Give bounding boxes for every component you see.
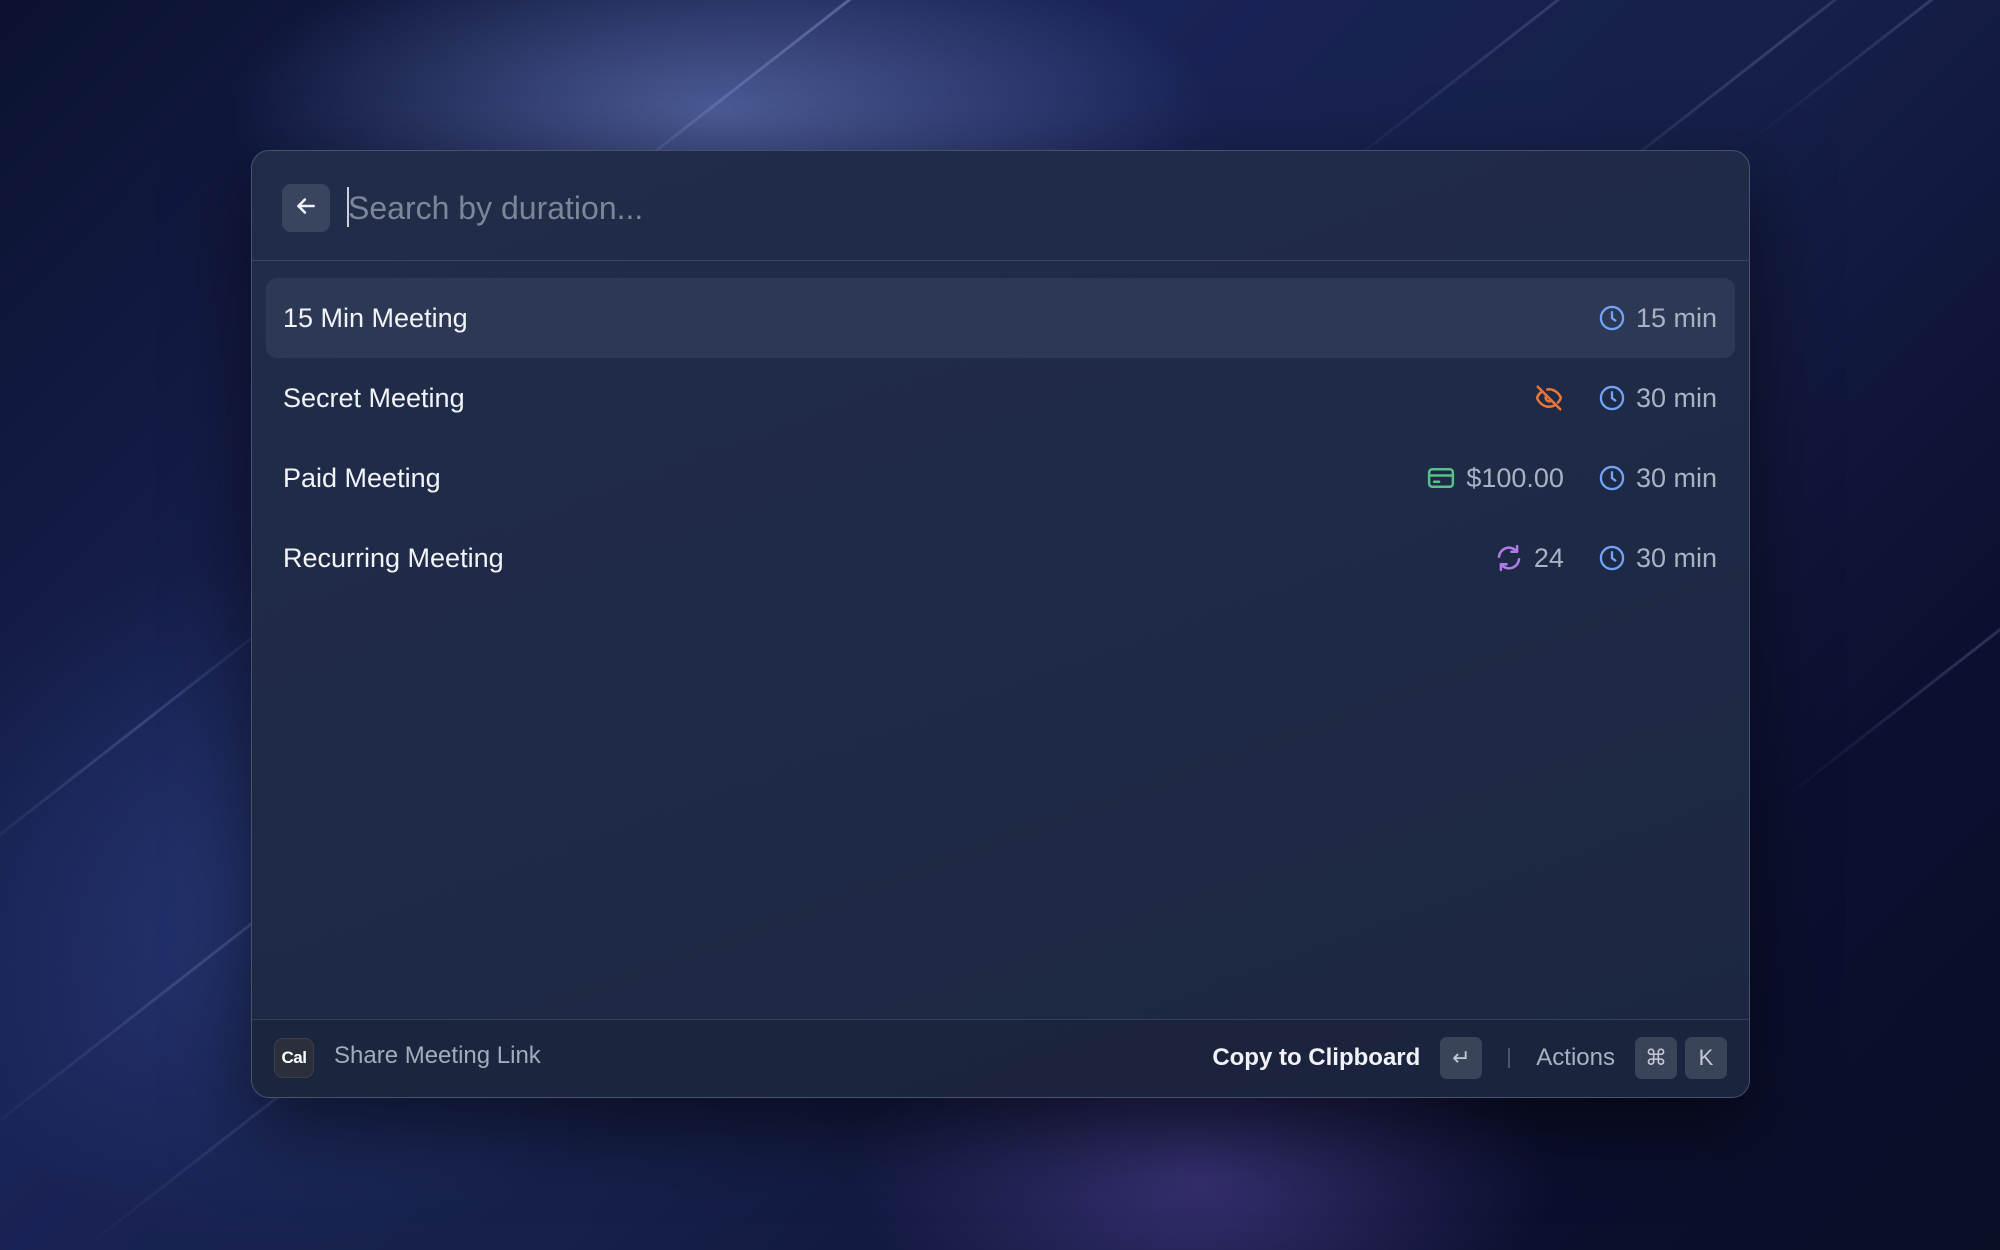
duration-text: 15 min	[1635, 302, 1717, 333]
clock-icon	[1598, 544, 1626, 572]
actions-button[interactable]: Actions	[1536, 1044, 1615, 1072]
action-bar: Cal Share Meeting Link Copy to Clipboard…	[252, 1019, 1749, 1097]
list-item-accessories: $100.00 30 min	[1426, 463, 1717, 494]
action-bar-actions: Copy to Clipboard ↵ Actions ⌘ K	[1212, 1037, 1727, 1079]
clock-icon	[1598, 384, 1626, 412]
list-item-accessories: 30 min	[1534, 383, 1717, 414]
credit-card-icon	[1426, 463, 1456, 493]
list-item-accessories: 15 min	[1598, 303, 1717, 334]
recurrence-count: 24	[1533, 542, 1564, 573]
price-accessory: $100.00	[1426, 463, 1564, 494]
price-text: $100.00	[1466, 462, 1564, 493]
duration-text: 30 min	[1635, 462, 1717, 493]
command-window: 15 Min Meeting 15 min Secret Meeting	[251, 150, 1750, 1098]
clock-icon	[1598, 304, 1626, 332]
k-key-shortcut: K	[1685, 1037, 1727, 1079]
arrow-left-icon	[293, 193, 319, 224]
repeat-icon	[1494, 543, 1524, 573]
search-bar	[252, 151, 1749, 261]
list-item-accessories: 24 30 min	[1494, 543, 1717, 574]
hidden-accessory	[1534, 383, 1564, 413]
list-item-title: Recurring Meeting	[283, 542, 504, 573]
duration-text: 30 min	[1635, 542, 1717, 573]
copy-to-clipboard-button[interactable]: Copy to Clipboard	[1212, 1044, 1420, 1072]
clock-icon	[1598, 464, 1626, 492]
recurrence-accessory: 24	[1494, 543, 1564, 574]
list-item-paid-meeting[interactable]: Paid Meeting $100.00 30 min	[266, 438, 1735, 518]
list-item-title: Paid Meeting	[283, 462, 441, 493]
duration-accessory: 15 min	[1598, 303, 1717, 334]
cal-logo-icon: Cal	[274, 1038, 314, 1078]
list-item-title: 15 Min Meeting	[283, 302, 468, 333]
list-item-title: Secret Meeting	[283, 382, 465, 413]
command-key-shortcut: ⌘	[1635, 1037, 1677, 1079]
navigation-title: Share Meeting Link	[334, 1042, 541, 1069]
list-item-recurring-meeting[interactable]: Recurring Meeting 24 30 min	[266, 518, 1735, 598]
duration-text: 30 min	[1635, 382, 1717, 413]
meeting-list: 15 Min Meeting 15 min Secret Meeting 30 …	[266, 278, 1735, 598]
duration-accessory: 30 min	[1598, 463, 1717, 494]
eye-off-icon	[1534, 383, 1564, 413]
list-item-secret-meeting[interactable]: Secret Meeting 30 min	[266, 358, 1735, 438]
duration-accessory: 30 min	[1598, 543, 1717, 574]
enter-key-shortcut: ↵	[1440, 1037, 1483, 1079]
action-divider	[1508, 1048, 1511, 1068]
back-button[interactable]	[282, 184, 330, 232]
text-caret	[347, 187, 349, 227]
list-item-15-min-meeting[interactable]: 15 Min Meeting 15 min	[266, 278, 1735, 358]
duration-accessory: 30 min	[1598, 383, 1717, 414]
search-input[interactable]	[346, 179, 1700, 237]
